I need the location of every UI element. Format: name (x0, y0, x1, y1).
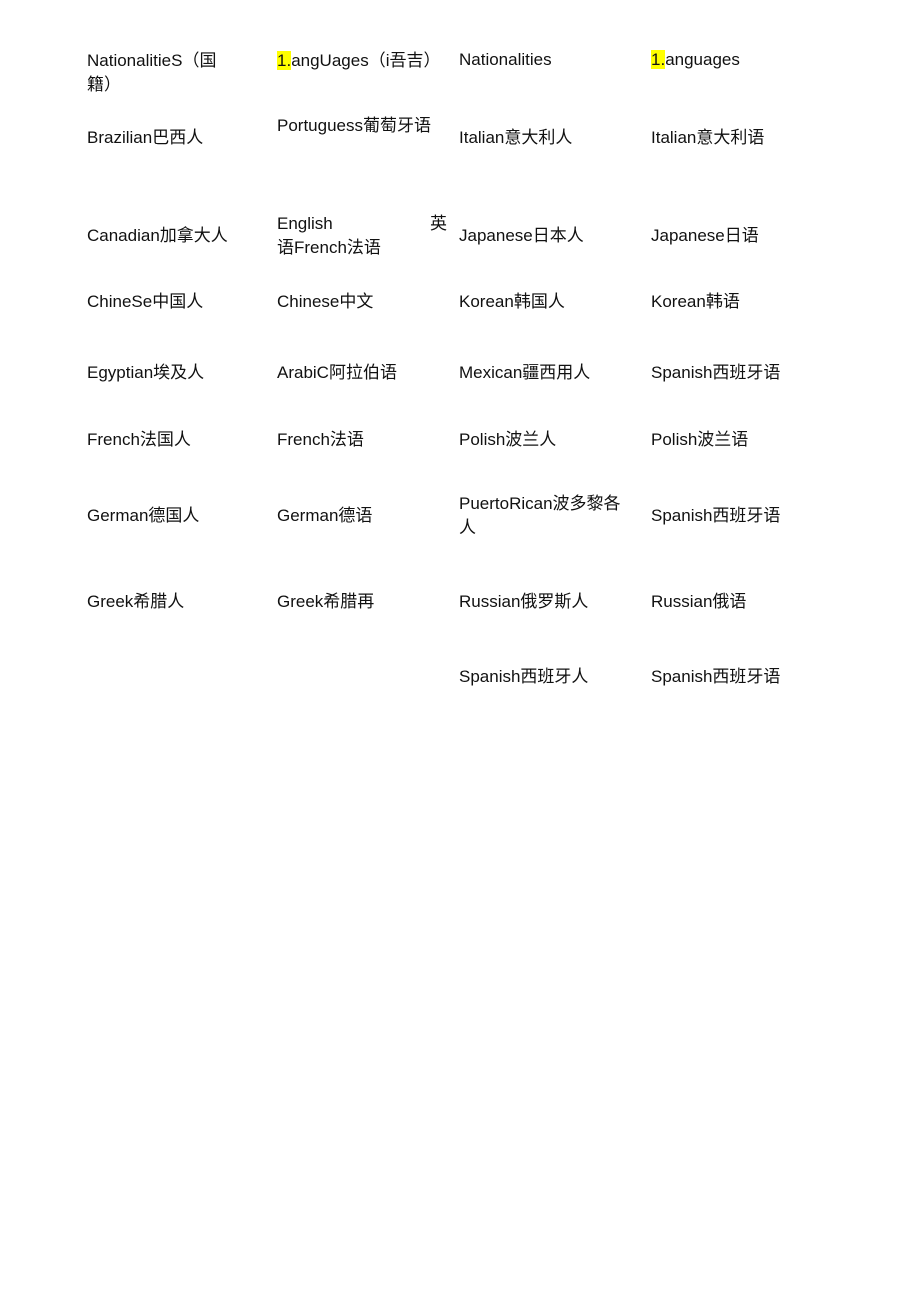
language-text: 英 (430, 214, 447, 233)
language-line-2: 语French法语 (277, 238, 381, 257)
language-cell: German德语 (277, 506, 373, 525)
language-cell: Chinese中文 (277, 292, 374, 311)
nationality-cell: Canadian加拿大人 (87, 226, 228, 245)
language-cell: Portuguess葡萄牙语 (277, 116, 431, 135)
nationality-cell: Mexican疆西用人 (459, 363, 591, 382)
language-cell: ArabiC阿拉伯语 (277, 363, 397, 382)
nationality-cell: Korean韩国人 (459, 292, 565, 311)
nationality-cell: Japanese日本人 (459, 226, 584, 245)
highlighted-number: 1. (277, 51, 292, 70)
header-nationalities: Nationalities (459, 50, 552, 69)
language-cell: Italian意大利语 (651, 128, 765, 147)
language-cell: Spanish西班牙语 (651, 506, 781, 525)
highlighted-number: 1. (651, 50, 666, 69)
language-cell: Japanese日语 (651, 226, 759, 245)
language-cell: English 英 语French法语 (277, 212, 447, 260)
nationality-cell: Spanish西班牙人 (459, 667, 589, 686)
nationality-cell: French法国人 (87, 430, 191, 449)
language-line-1: English 英 (277, 212, 447, 236)
nationality-cell: Polish波兰人 (459, 430, 557, 449)
document-page: NationalitieS（国籍） 1.angUages（i吾吉） Nation… (0, 0, 920, 1301)
nationality-cell: Greek希腊人 (87, 592, 185, 611)
nationality-cell: Egyptian埃及人 (87, 363, 205, 382)
header-languages-zh-text: angUages（i吾吉） (291, 51, 441, 70)
nationality-cell: German德国人 (87, 506, 200, 525)
language-cell: Spanish西班牙语 (651, 667, 781, 686)
nationality-cell: PuertoRican波多黎各人 (459, 494, 621, 537)
nationality-cell: Brazilian巴西人 (87, 128, 204, 147)
header-languages: 1.anguages (651, 48, 841, 72)
language-cell: Greek希腊再 (277, 592, 375, 611)
language-cell: Polish波兰语 (651, 430, 749, 449)
nationality-cell: ChineSe中国人 (87, 292, 204, 311)
header-languages-zh: 1.angUages（i吾吉） (277, 49, 449, 73)
nationality-cell: Italian意大利人 (459, 128, 573, 147)
header-nationalities-zh: NationalitieS（国籍） (87, 51, 217, 94)
language-cell: Spanish西班牙语 (651, 363, 781, 382)
language-cell: French法语 (277, 430, 364, 449)
header-languages-text: anguages (665, 50, 740, 69)
language-text: English (277, 214, 333, 233)
language-cell: Russian俄语 (651, 592, 747, 611)
language-cell: Korean韩语 (651, 292, 740, 311)
nationality-cell: Russian俄罗斯人 (459, 592, 589, 611)
